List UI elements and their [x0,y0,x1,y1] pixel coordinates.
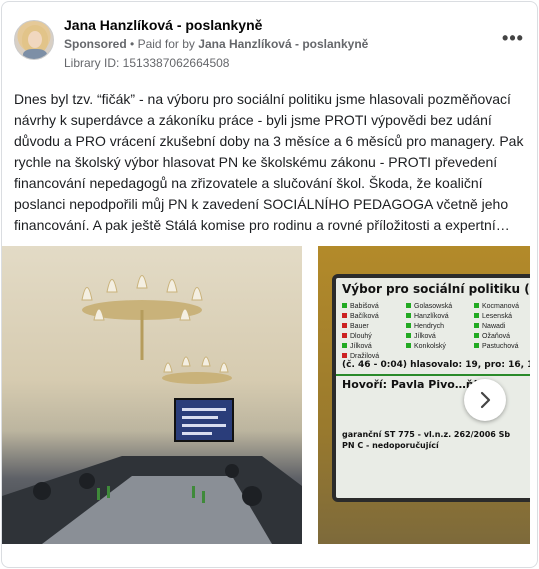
display-title: Výbor pro sociální politiku (59 [342,282,530,296]
more-horizontal-icon: ••• [502,28,524,48]
current-speaker: Hovoří: Pavla Pivo…ňk [342,378,482,391]
agenda-item-1: garanční ST 775 - vl.n.z. 262/2006 Sb [342,430,511,439]
sponsored-line: Sponsored • Paid for by Jana Hanzlíková … [64,37,368,51]
more-options-button[interactable]: ••• [501,29,525,47]
names-column-1: Babišová Bačíková Bauer Dlouhý Jílková D… [342,302,379,362]
meeting-table-illustration [2,456,302,544]
sponsored-label: Sponsored [64,37,127,51]
avatar-face [28,31,42,48]
names-column-2: Golasowská Hanzlíková Hendrych Jílková K… [406,302,452,352]
chevron-right-icon [480,391,491,409]
meta-separator: • [130,37,135,51]
library-id: Library ID: 1513387062664508 [64,56,230,70]
paid-for-label: Paid for by [137,37,195,51]
post-header: Jana Hanzlíková - poslankyně Sponsored •… [14,15,525,71]
vote-divider [336,374,530,376]
media-carousel: Výbor pro sociální politiku (59 Babišová… [2,246,537,549]
avatar-body [23,49,47,59]
page-name[interactable]: Jana Hanzlíková - poslankyně [64,17,262,33]
agenda-item-2: PN C - nedoporučující [342,441,439,450]
post-text: Dnes byl tzv. “fičák” - na výboru pro so… [14,91,524,233]
avatar[interactable] [14,20,54,60]
paid-by-name[interactable]: Jana Hanzlíková - poslankyně [198,37,368,51]
ad-card: Jana Hanzlíková - poslankyně Sponsored •… [1,1,538,568]
carousel-next-button[interactable] [464,379,506,421]
vote-result: (č. 46 - 0:04) hlasovalo: 19, pro: 16, 1 [342,360,530,370]
names-column-3: Kocmanová Lesenská Nawadi Ožaňová Pastuc… [474,302,519,352]
photo-committee-room[interactable] [2,246,302,544]
